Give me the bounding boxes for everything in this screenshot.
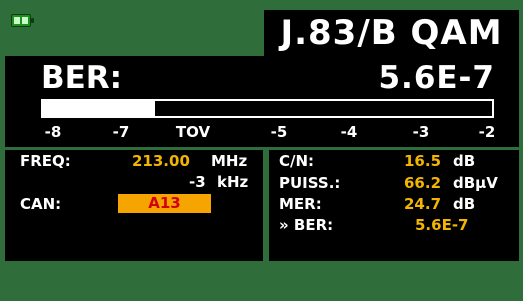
analyzer-screen: J.83/B QAM BER: 5.6E-7 -8 -7 TOV -5 -4 -… — [0, 0, 523, 301]
tuning-panel: FREQ: 213.00 MHz -3 kHz CAN: A13 — [5, 150, 263, 261]
power-label: PUISS.: — [279, 174, 341, 192]
mer-value: 24.7 — [404, 195, 442, 213]
freq-unit: MHz — [211, 152, 248, 170]
offset-value: -3 — [189, 173, 206, 191]
ber-selected-value: 5.6E-7 — [415, 216, 469, 234]
channel-label: CAN: — [20, 195, 62, 213]
power-value: 66.2 — [404, 174, 442, 192]
ber-selected-label[interactable]: » BER: — [279, 216, 333, 234]
battery-icon — [11, 14, 34, 27]
mode-title: J.83/B QAM — [264, 10, 519, 56]
ber-bar-fill — [43, 101, 155, 116]
channel-field[interactable]: A13 — [118, 194, 211, 213]
offset-unit: kHz — [217, 173, 249, 191]
scale-tick: -4 — [340, 123, 358, 141]
mer-unit: dB — [453, 195, 476, 213]
ber-value: 5.6E-7 — [378, 60, 495, 96]
scale-tick: -3 — [412, 123, 430, 141]
ber-scale: -8 -7 TOV -5 -4 -3 -2 — [5, 123, 519, 143]
cn-value: 16.5 — [404, 152, 442, 170]
ber-bar — [41, 99, 494, 118]
scale-tick: -8 — [44, 123, 62, 141]
scale-tick: -5 — [270, 123, 288, 141]
scale-tick: TOV — [175, 123, 211, 141]
mer-label: MER: — [279, 195, 322, 213]
top-bar: J.83/B QAM — [5, 5, 519, 56]
scale-tick: -7 — [112, 123, 130, 141]
ber-label: BER: — [41, 60, 123, 96]
ber-panel: BER: 5.6E-7 -8 -7 TOV -5 -4 -3 -2 — [5, 56, 519, 147]
freq-value: 213.00 — [132, 152, 190, 170]
scale-tick: -2 — [478, 123, 496, 141]
freq-label: FREQ: — [20, 152, 71, 170]
power-unit: dBµV — [453, 174, 498, 192]
measurements-panel: C/N: 16.5 dB PUISS.: 66.2 dBµV MER: 24.7… — [269, 150, 519, 261]
cn-unit: dB — [453, 152, 476, 170]
cn-label: C/N: — [279, 152, 315, 170]
